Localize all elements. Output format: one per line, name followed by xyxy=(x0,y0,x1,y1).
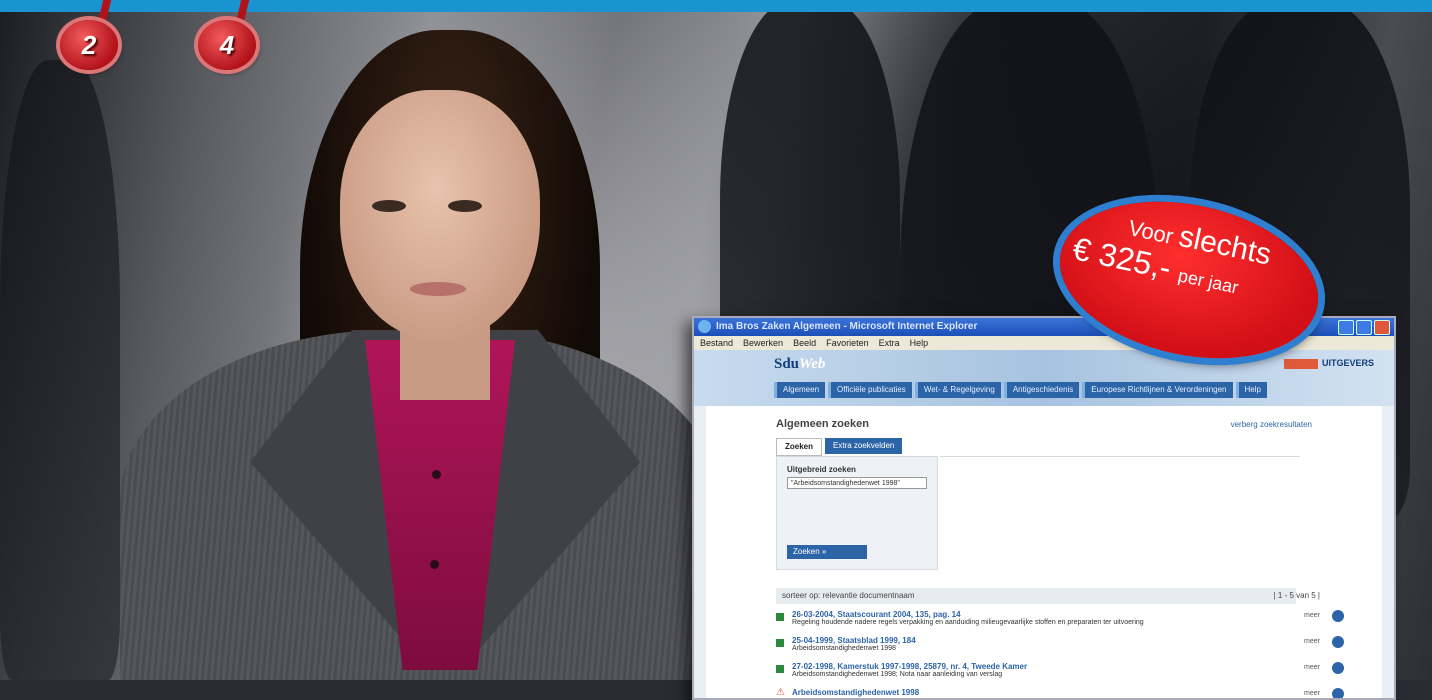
menu-item-extra[interactable]: Extra xyxy=(879,336,900,350)
woman-face xyxy=(340,90,540,340)
hide-results-link[interactable]: verberg zoekresultaten xyxy=(1231,420,1312,429)
warning-icon: ⚠ xyxy=(776,687,785,698)
shirt-button xyxy=(432,470,441,479)
result-title[interactable]: Arbeidsomstandighedenwet 1998 xyxy=(792,688,919,697)
number-bubble-4: 4 xyxy=(198,20,256,70)
internet-explorer-icon xyxy=(698,320,711,333)
top-blue-bar xyxy=(0,0,1432,12)
result-title[interactable]: 25-04-1999, Staatsblad 1999, 184 xyxy=(792,636,916,645)
browser-title: Ima Bros Zaken Algemeen - Microsoft Inte… xyxy=(716,321,978,332)
menu-item-bestand[interactable]: Bestand xyxy=(700,336,733,350)
woman-eye-right xyxy=(448,200,482,212)
info-icon[interactable] xyxy=(1332,688,1344,698)
result-more-link[interactable]: meer xyxy=(1304,690,1320,697)
shirt-button xyxy=(430,560,439,569)
nav-tab-wet-regelgeving[interactable]: Wet- & Regelgeving xyxy=(914,382,1001,398)
result-row[interactable]: 27-02-1998, Kamerstuk 1997-1998, 25879, … xyxy=(776,662,1344,684)
brand-label: UITGEVERS xyxy=(1321,358,1374,368)
result-more-link[interactable]: meer xyxy=(1304,612,1320,619)
sdu-brand: UITGEVERS xyxy=(1283,358,1374,369)
result-description: Arbeidsomstandighedenwet 1998; Nota naar… xyxy=(792,671,1003,678)
menu-item-bewerken[interactable]: Bewerken xyxy=(743,336,783,350)
logo-part-sdu: Sdu xyxy=(774,356,800,372)
info-icon[interactable] xyxy=(1332,636,1344,648)
woman-lips xyxy=(410,282,466,296)
search-subtabs: Zoeken Extra zoekvelden xyxy=(776,438,903,456)
document-icon xyxy=(776,639,784,647)
menu-item-help[interactable]: Help xyxy=(910,336,929,350)
browser-window-screenshot: Ima Bros Zaken Algemeen - Microsoft Inte… xyxy=(692,316,1396,700)
document-icon xyxy=(776,665,784,673)
result-title[interactable]: 27-02-1998, Kamerstuk 1997-1998, 25879, … xyxy=(792,662,1027,671)
result-row[interactable]: ⚠ Arbeidsomstandighedenwet 1998 meer xyxy=(776,687,1344,698)
result-description: Regeling houdende nadere regels verpakki… xyxy=(792,619,1144,626)
site-nav-tabs: Algemeen Officiële publicaties Wet- & Re… xyxy=(774,382,1267,398)
nav-tab-help[interactable]: Help xyxy=(1235,382,1267,398)
result-pager[interactable]: | 1 - 5 van 5 | xyxy=(1274,588,1320,604)
brand-mark-icon xyxy=(1283,358,1318,369)
minimize-icon[interactable] xyxy=(1338,320,1354,335)
result-row[interactable]: 25-04-1999, Staatsblad 1999, 184 Arbeids… xyxy=(776,636,1344,658)
result-title[interactable]: 26-03-2004, Staatscourant 2004, 135, pag… xyxy=(792,610,961,619)
nav-tab-europese-richtlijnen[interactable]: Europese Richtlijnen & Verordeningen xyxy=(1082,382,1233,398)
tab-extra-zoekvelden[interactable]: Extra zoekvelden xyxy=(825,438,903,454)
sort-bar[interactable]: sorteer op: relevantie documentnaam xyxy=(776,588,1296,604)
logo-part-web: Web xyxy=(799,356,826,372)
sdu-logo[interactable]: SduWeb xyxy=(774,356,825,373)
search-input[interactable]: "Arbeidsomstandighedenwet 1998" xyxy=(787,477,927,489)
menu-item-beeld[interactable]: Beeld xyxy=(793,336,816,350)
menu-item-favorieten[interactable]: Favorieten xyxy=(826,336,869,350)
result-more-link[interactable]: meer xyxy=(1304,638,1320,645)
search-panel-right xyxy=(940,456,1300,569)
search-button[interactable]: Zoeken » xyxy=(787,545,867,559)
nav-tab-antigeschiedenis[interactable]: Antigeschiedenis xyxy=(1003,382,1080,398)
result-more-link[interactable]: meer xyxy=(1304,664,1320,671)
nav-tab-algemeen[interactable]: Algemeen xyxy=(774,382,826,398)
search-panel: Uitgebreid zoeken "Arbeidsomstandigheden… xyxy=(776,456,938,570)
number-label: 4 xyxy=(219,29,235,60)
close-icon[interactable] xyxy=(1374,320,1390,335)
woman-eye-left xyxy=(372,200,406,212)
maximize-icon[interactable] xyxy=(1356,320,1372,335)
info-icon[interactable] xyxy=(1332,610,1344,622)
number-label: 2 xyxy=(81,29,97,60)
nav-tab-officiele-publicaties[interactable]: Officiële publicaties xyxy=(828,382,912,398)
background-person-far-left xyxy=(0,60,120,680)
document-icon xyxy=(776,613,784,621)
tab-zoeken[interactable]: Zoeken xyxy=(776,438,823,456)
info-icon[interactable] xyxy=(1332,662,1344,674)
page-content: Algemeen zoeken verberg zoekresultaten Z… xyxy=(706,406,1382,698)
sdu-site-header: SduWeb UITGEVERS Algemeen Officiële publ… xyxy=(694,350,1394,406)
result-description: Arbeidsomstandighedenwet 1998 xyxy=(792,645,896,652)
page-title: Algemeen zoeken xyxy=(776,418,869,430)
search-label: Uitgebreid zoeken xyxy=(787,465,856,474)
result-row[interactable]: 26-03-2004, Staatscourant 2004, 135, pag… xyxy=(776,610,1344,632)
number-bubble-2: 2 xyxy=(60,20,118,70)
window-controls xyxy=(1338,320,1390,335)
